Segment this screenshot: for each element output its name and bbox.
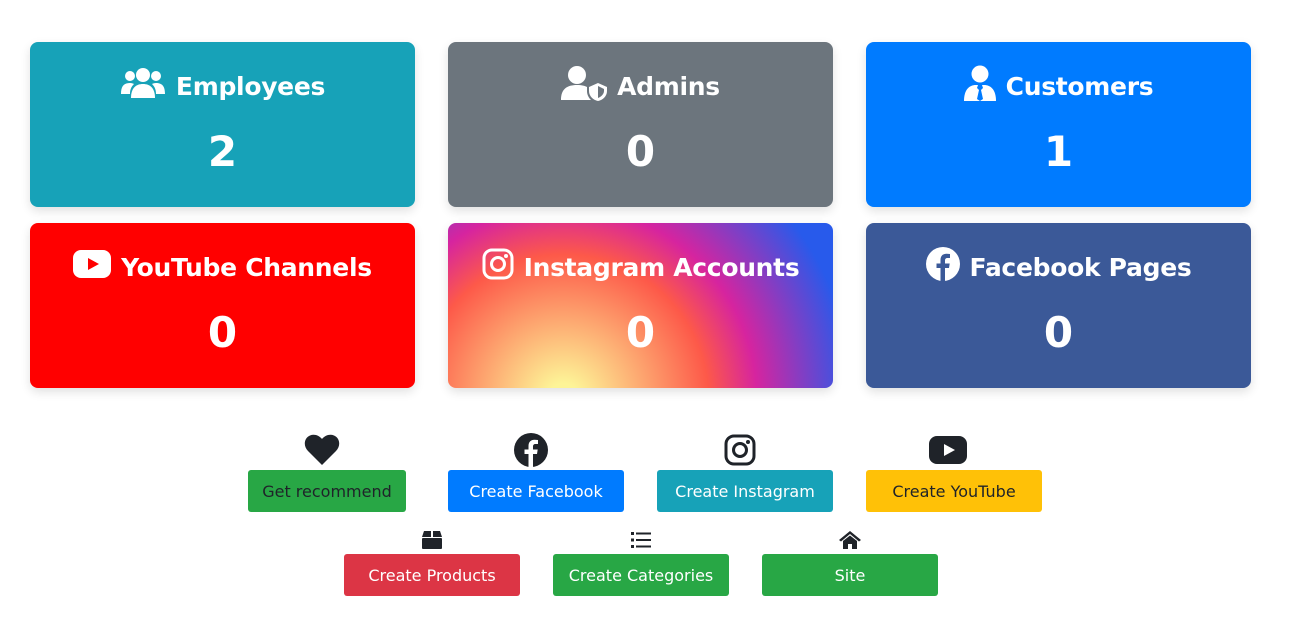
card-title: Instagram Accounts [523,252,800,282]
card-title: Facebook Pages [969,252,1192,282]
stat-card-instagram-accounts: Instagram Accounts 0 [448,223,833,388]
stat-card-admins: Admins 0 [448,42,833,207]
list-icon [629,530,653,550]
card-header: Customers [866,64,1251,108]
card-count: 0 [625,308,656,357]
card-title: Customers [1005,71,1154,101]
create-youtube-button[interactable]: Create YouTube [866,470,1042,512]
card-header: Employees [30,64,415,108]
card-count: 1 [1043,127,1074,176]
box-icon [420,530,444,550]
heart-icon [302,432,342,468]
card-count: 0 [625,127,656,176]
facebook-icon [512,432,550,468]
stat-card-youtube-channels: YouTube Channels 0 [30,223,415,388]
site-button[interactable]: Site [762,554,938,596]
create-products-button[interactable]: Create Products [344,554,520,596]
card-header: Instagram Accounts [448,245,833,289]
card-header: Admins [448,64,833,108]
create-instagram-button[interactable]: Create Instagram [657,470,833,512]
youtube-icon [73,250,112,284]
card-header: YouTube Channels [30,245,415,289]
stat-card-employees: Employees 2 [30,42,415,207]
stat-card-customers: Customers 1 [866,42,1251,207]
card-header: Facebook Pages [866,245,1251,289]
get-recommend-button[interactable]: Get recommend [248,470,406,512]
instagram-icon [721,432,759,468]
facebook-icon [925,247,960,287]
card-title: Employees [175,71,326,101]
card-title: Admins [617,71,720,101]
card-count: 0 [207,308,238,357]
card-title: YouTube Channels [121,252,372,282]
user-tie-icon [963,65,996,107]
home-icon [838,530,862,550]
card-count: 2 [207,127,238,176]
card-count: 0 [1043,308,1074,357]
instagram-icon [482,248,514,286]
youtube-icon [928,435,968,465]
create-categories-button[interactable]: Create Categories [553,554,729,596]
users-icon [120,66,166,106]
user-shield-icon [561,65,608,107]
stat-card-facebook-pages: Facebook Pages 0 [866,223,1251,388]
create-facebook-button[interactable]: Create Facebook [448,470,624,512]
